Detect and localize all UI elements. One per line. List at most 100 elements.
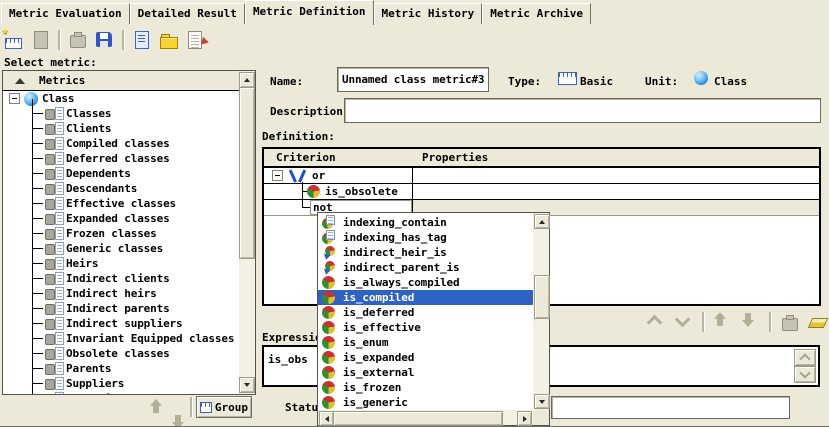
criterion-option[interactable]: is_effective	[318, 320, 533, 335]
metric-tree-item[interactable]: Indirect suppliers	[3, 316, 239, 331]
scroll-up-button[interactable]	[534, 214, 550, 229]
metric-name: Effective classes	[66, 197, 176, 210]
erase-definition-button[interactable]	[808, 312, 828, 332]
expression-scroll-up-button[interactable]	[794, 349, 816, 366]
metric-tree-item[interactable]: Compiled classes	[3, 136, 239, 151]
metric-tree-item[interactable]: Indirect heirs	[3, 286, 239, 301]
delete-criterion-button[interactable]	[780, 312, 800, 332]
criterion-option[interactable]: is_enum	[318, 335, 533, 350]
tab-metric-definition[interactable]: Metric Definition	[245, 0, 374, 25]
metric-tree-item[interactable]: Dependents	[3, 166, 239, 181]
criterion-row-or[interactable]: or	[264, 168, 819, 184]
metric-tree-item[interactable]: Expanded classes	[3, 211, 239, 226]
or-operator-button[interactable]	[674, 312, 694, 332]
criterion-option[interactable]: indexing_has_tag	[318, 230, 533, 245]
tab-detailed-result[interactable]: Detailed Result	[130, 3, 245, 24]
criterion-option[interactable]: is_frozen	[318, 380, 533, 395]
metric-tree-item[interactable]: Effective classes	[3, 196, 239, 211]
metric-tree-item[interactable]: Uncompiled classes	[3, 391, 239, 394]
open-metric-file-button[interactable]	[159, 30, 179, 50]
criterion-row-is-obsolete[interactable]: is_obsolete	[264, 184, 819, 200]
criterion-option[interactable]: indirect_parent_is	[318, 260, 533, 275]
scrollbar-thumb[interactable]	[333, 411, 503, 426]
reload-metrics-button[interactable]	[132, 30, 152, 50]
description-input[interactable]	[344, 98, 821, 123]
and-operator-button[interactable]	[646, 312, 666, 332]
metric-name: Indirect clients	[66, 272, 170, 285]
metric-name: Descendants	[66, 182, 137, 195]
scrollbar-thumb[interactable]	[239, 87, 255, 259]
metrics-column-header[interactable]: Metrics	[3, 71, 239, 91]
move-metric-down-button[interactable]	[171, 414, 186, 427]
criterion-option-label: is_always_compiled	[343, 276, 460, 289]
pie-page-icon	[322, 216, 335, 229]
metric-tree-item[interactable]: Deferred classes	[3, 151, 239, 166]
group-toggle-button[interactable]: Group	[196, 396, 252, 418]
grid-toolbar	[646, 310, 828, 334]
unit-value: Class	[714, 75, 747, 88]
dropdown-horizontal-scrollbar[interactable]	[318, 410, 533, 425]
metric-tree-item[interactable]: Suppliers	[3, 376, 239, 391]
read-only-metric-icon	[45, 287, 64, 300]
tab-metric-evaluation[interactable]: Metric Evaluation	[1, 3, 130, 24]
expression-scroll-down-button[interactable]	[794, 366, 816, 383]
metric-tree-item[interactable]: Heirs	[3, 256, 239, 271]
read-only-metric-icon	[45, 377, 64, 390]
dropdown-vertical-scrollbar[interactable]	[533, 213, 549, 410]
up-triangle-icon	[539, 217, 545, 224]
metric-tree-item[interactable]: Obsolete classes	[3, 346, 239, 361]
metric-tree-item[interactable]: Indirect clients	[3, 271, 239, 286]
new-metric-button[interactable]	[4, 30, 24, 50]
collapse-icon[interactable]	[272, 170, 283, 181]
metric-tree-item[interactable]: Indirect parents	[3, 301, 239, 316]
metric-tree-item[interactable]: Clients	[3, 121, 239, 136]
scroll-up-button[interactable]	[239, 72, 255, 88]
save-metric-button[interactable]	[95, 30, 115, 50]
criterion-option[interactable]: is_deferred	[318, 305, 533, 320]
criterion-option[interactable]: is_expanded	[318, 350, 533, 365]
read-only-metric-icon	[45, 197, 64, 210]
metric-tree-item[interactable]: Generic classes	[3, 241, 239, 256]
move-metric-up-button[interactable]	[149, 399, 164, 414]
metric-name-input[interactable]	[337, 67, 489, 92]
tab-metric-archive[interactable]: Metric Archive	[482, 3, 591, 24]
metric-tree-item[interactable]: Invariant Equipped classes	[3, 331, 239, 346]
criterion-option[interactable]: is_external	[318, 365, 533, 380]
collapse-icon[interactable]	[9, 93, 20, 104]
move-criterion-down-button[interactable]	[741, 312, 761, 332]
delete-metric-button[interactable]	[68, 30, 88, 50]
criterion-option-label: indexing_has_tag	[343, 231, 447, 244]
criterion-option[interactable]: is_compiled	[318, 290, 533, 305]
criterion-option[interactable]: is_generic	[318, 395, 533, 410]
scrollbar-thumb[interactable]	[534, 275, 550, 319]
metric-tree-item[interactable]: Frozen classes	[3, 226, 239, 241]
metric-tree-item[interactable]: Parents	[3, 361, 239, 376]
scroll-down-button[interactable]	[239, 377, 255, 393]
metric-tree-root[interactable]: Class	[3, 91, 239, 106]
criterion-option-label: is_enum	[343, 336, 388, 349]
basic-metric-type-icon	[558, 72, 577, 85]
metric-name: Indirect parents	[66, 302, 170, 315]
up-triangle-icon	[244, 75, 250, 82]
metric-tree-item[interactable]: Classes	[3, 106, 239, 121]
duplicate-metric-button[interactable]	[31, 30, 51, 50]
metric-name: Deferred classes	[66, 152, 170, 165]
move-criterion-up-button[interactable]	[713, 312, 733, 332]
tab-metric-history[interactable]: Metric History	[374, 3, 483, 24]
select-metric-label: Select metric:	[4, 56, 97, 69]
scroll-right-button[interactable]	[517, 411, 532, 426]
export-metric-button[interactable]	[186, 30, 206, 50]
export-metric-icon	[186, 30, 206, 50]
status-message-input[interactable]	[551, 396, 790, 419]
criterion-option-label: is_effective	[343, 321, 421, 334]
criterion-option[interactable]: indexing_contain	[318, 215, 533, 230]
metric-tree-item[interactable]: Descendants	[3, 181, 239, 196]
tree-vertical-scrollbar[interactable]	[239, 71, 255, 394]
metric-name: Compiled classes	[66, 137, 170, 150]
scroll-down-button[interactable]	[534, 394, 550, 409]
criterion-option[interactable]: indirect_heir_is	[318, 245, 533, 260]
down-triangle-icon	[244, 383, 250, 390]
scroll-left-button[interactable]	[319, 411, 334, 426]
criterion-option[interactable]: is_always_compiled	[318, 275, 533, 290]
new-metric-icon	[4, 30, 24, 50]
